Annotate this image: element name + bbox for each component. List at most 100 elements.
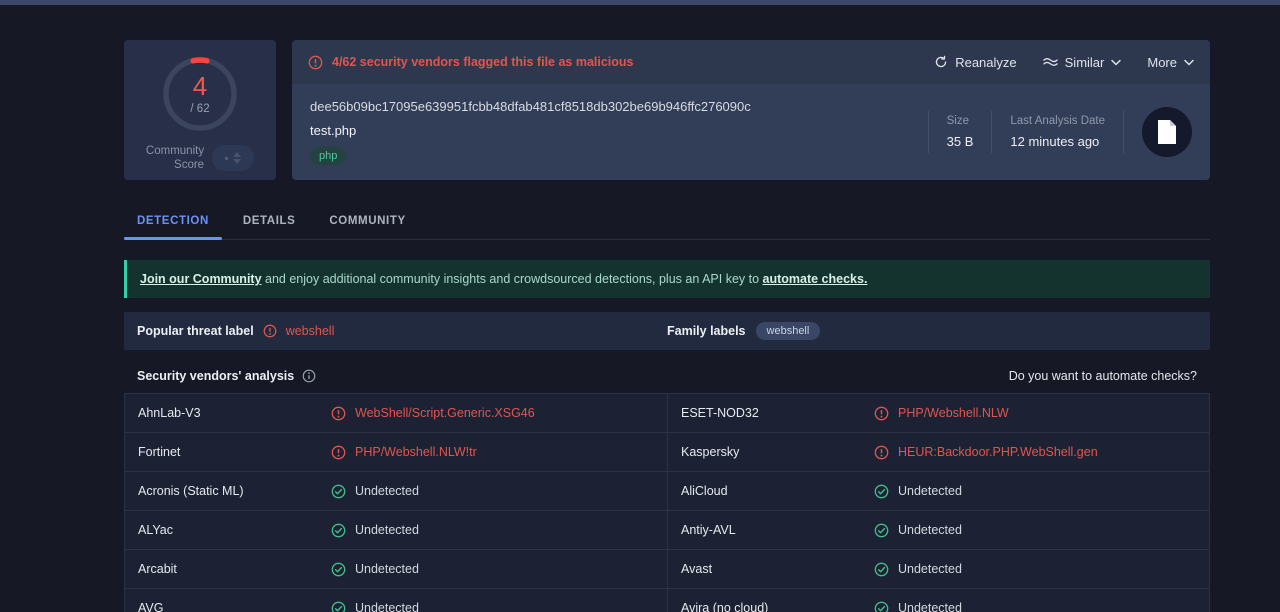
vendor-result: Undetected (874, 523, 962, 538)
table-row: AVG Undetected Avira (no cloud) Undetected (125, 589, 1209, 612)
vendor-cell: AliCloudUndetected (667, 472, 1209, 510)
date-value: 12 minutes ago (1010, 134, 1105, 149)
table-row: Acronis (Static ML) Undetected AliCloudUnd… (125, 472, 1209, 511)
vendor-cell: ALYac Undetected (125, 511, 667, 549)
vendor-result-text: PHP/Webshell.NLW (898, 406, 1009, 420)
vendor-cell: AvastUndetected (667, 550, 1209, 588)
file-meta: Size 35 B Last Analysis Date 12 minutes … (928, 107, 1192, 157)
vendor-result-text: Undetected (355, 523, 419, 537)
vendor-result-text: HEUR:Backdoor.PHP.WebShell.gen (898, 445, 1098, 459)
vendor-result-text: Undetected (355, 484, 419, 498)
malicious-warning-icon (331, 445, 346, 460)
undetected-check-icon (874, 484, 889, 499)
tab-community[interactable]: COMMUNITY (316, 205, 418, 239)
detection-banner: 4/62 security vendors flagged this file … (292, 40, 1210, 84)
vendor-name: Avira (no cloud) (681, 601, 874, 612)
table-row: ALYac Undetected Antiy-AVL Undetected (125, 511, 1209, 550)
vendor-name: Kaspersky (681, 445, 874, 459)
vendor-result: PHP/Webshell.NLW!tr (331, 445, 477, 460)
vendor-cell: Acronis (Static ML) Undetected (125, 472, 667, 510)
undetected-check-icon (331, 601, 346, 612)
tab-details[interactable]: DETAILS (230, 205, 309, 239)
community-score-label: Community Score (146, 144, 204, 173)
vendor-name: AhnLab-V3 (138, 406, 331, 420)
vendor-result: Undetected (331, 601, 419, 612)
automate-checks-link[interactable]: automate checks. (763, 272, 868, 286)
vendor-cell: ESET-NOD32 PHP/Webshell.NLW (667, 394, 1209, 432)
join-community-link[interactable]: Join our Community (140, 272, 262, 286)
family-label-pill[interactable]: webshell (756, 322, 821, 340)
vendor-result: Undetected (331, 523, 419, 538)
tag-php[interactable]: php (310, 147, 346, 165)
vendor-name: ALYac (138, 523, 331, 537)
vendor-result-text: Undetected (355, 562, 419, 576)
flag-message: 4/62 security vendors flagged this file … (308, 55, 634, 70)
file-hash[interactable]: dee56b09bc17095e639951fcbb48dfab481cf851… (310, 99, 751, 114)
vendor-cell: Kaspersky HEUR:Backdoor.PHP.WebShell.gen (667, 433, 1209, 471)
detection-count: 4 (193, 73, 207, 99)
tab-detection[interactable]: DETECTION (124, 205, 222, 239)
similar-button[interactable]: Similar (1043, 55, 1122, 70)
vendor-result: Undetected (331, 484, 419, 499)
community-vote-widget[interactable] (212, 145, 254, 171)
family-labels-label: Family labels (667, 324, 746, 338)
vendor-result: Undetected (874, 562, 962, 577)
vendor-result-text: Undetected (898, 601, 962, 612)
vendor-result: Undetected (874, 601, 962, 612)
threat-value[interactable]: webshell (286, 324, 335, 338)
file-size: Size 35 B (929, 115, 992, 149)
automate-checks-question[interactable]: Do you want to automate checks? (1009, 369, 1197, 383)
vendor-result-text: PHP/Webshell.NLW!tr (355, 445, 477, 459)
vendor-result: Undetected (331, 562, 419, 577)
size-value: 35 B (947, 134, 974, 149)
vendor-cell: Avira (no cloud) Undetected (667, 589, 1209, 612)
vendor-result-text: WebShell/Script.Generic.XSG46 (355, 406, 535, 420)
file-info-section: dee56b09bc17095e639951fcbb48dfab481cf851… (292, 84, 1210, 180)
vendor-result: HEUR:Backdoor.PHP.WebShell.gen (874, 445, 1098, 460)
vendor-result-text: Undetected (898, 523, 962, 537)
vendor-result: PHP/Webshell.NLW (874, 406, 1009, 421)
malicious-warning-icon (331, 406, 346, 421)
reanalyze-icon (934, 55, 948, 69)
divider (1123, 111, 1124, 153)
vendor-name: Acronis (Static ML) (138, 484, 331, 498)
vendor-result-text: Undetected (355, 601, 419, 612)
vendor-cell: Antiy-AVL Undetected (667, 511, 1209, 549)
vendor-name: Fortinet (138, 445, 331, 459)
detection-score-card: 4 / 62 Community Score (124, 40, 276, 180)
file-name: test.php (310, 123, 751, 138)
malicious-warning-icon (874, 406, 889, 421)
vendors-analysis-header: Security vendors' analysis Do you want t… (124, 359, 1210, 393)
undetected-check-icon (331, 562, 346, 577)
warning-icon (263, 324, 277, 338)
page-container: 4 / 62 Community Score (124, 40, 1210, 612)
vendor-name: Antiy-AVL (681, 523, 874, 537)
info-icon[interactable] (302, 369, 316, 383)
file-tags: php (310, 147, 751, 165)
threat-label-row: Popular threat label webshell Family lab… (124, 312, 1210, 350)
date-label: Last Analysis Date (1010, 115, 1105, 127)
reanalyze-button[interactable]: Reanalyze (934, 55, 1016, 70)
vendor-name: ESET-NOD32 (681, 406, 874, 420)
vote-dot-icon (225, 157, 228, 160)
undetected-check-icon (874, 562, 889, 577)
report-tabs: DETECTION DETAILS COMMUNITY (124, 205, 1210, 240)
vendor-name: AliCloud (681, 484, 874, 498)
undetected-check-icon (331, 484, 346, 499)
join-community-banner: Join our Community and enjoy additional … (124, 260, 1210, 298)
malicious-warning-icon (874, 445, 889, 460)
more-button[interactable]: More (1147, 55, 1194, 70)
document-icon (1156, 119, 1178, 145)
vendor-result: WebShell/Script.Generic.XSG46 (331, 406, 535, 421)
undetected-check-icon (331, 523, 346, 538)
vote-arrows-icon[interactable] (233, 152, 241, 164)
file-type-badge (1142, 107, 1192, 157)
undetected-check-icon (874, 601, 889, 612)
top-navigation-strip (0, 0, 1280, 5)
vendor-name: AVG (138, 601, 331, 612)
similar-icon (1043, 56, 1058, 68)
vendor-cell: AVG Undetected (125, 589, 667, 612)
popular-threat-label: Popular threat label (137, 324, 254, 338)
file-report-card: 4/62 security vendors flagged this file … (292, 40, 1210, 180)
vendor-name: Arcabit (138, 562, 331, 576)
